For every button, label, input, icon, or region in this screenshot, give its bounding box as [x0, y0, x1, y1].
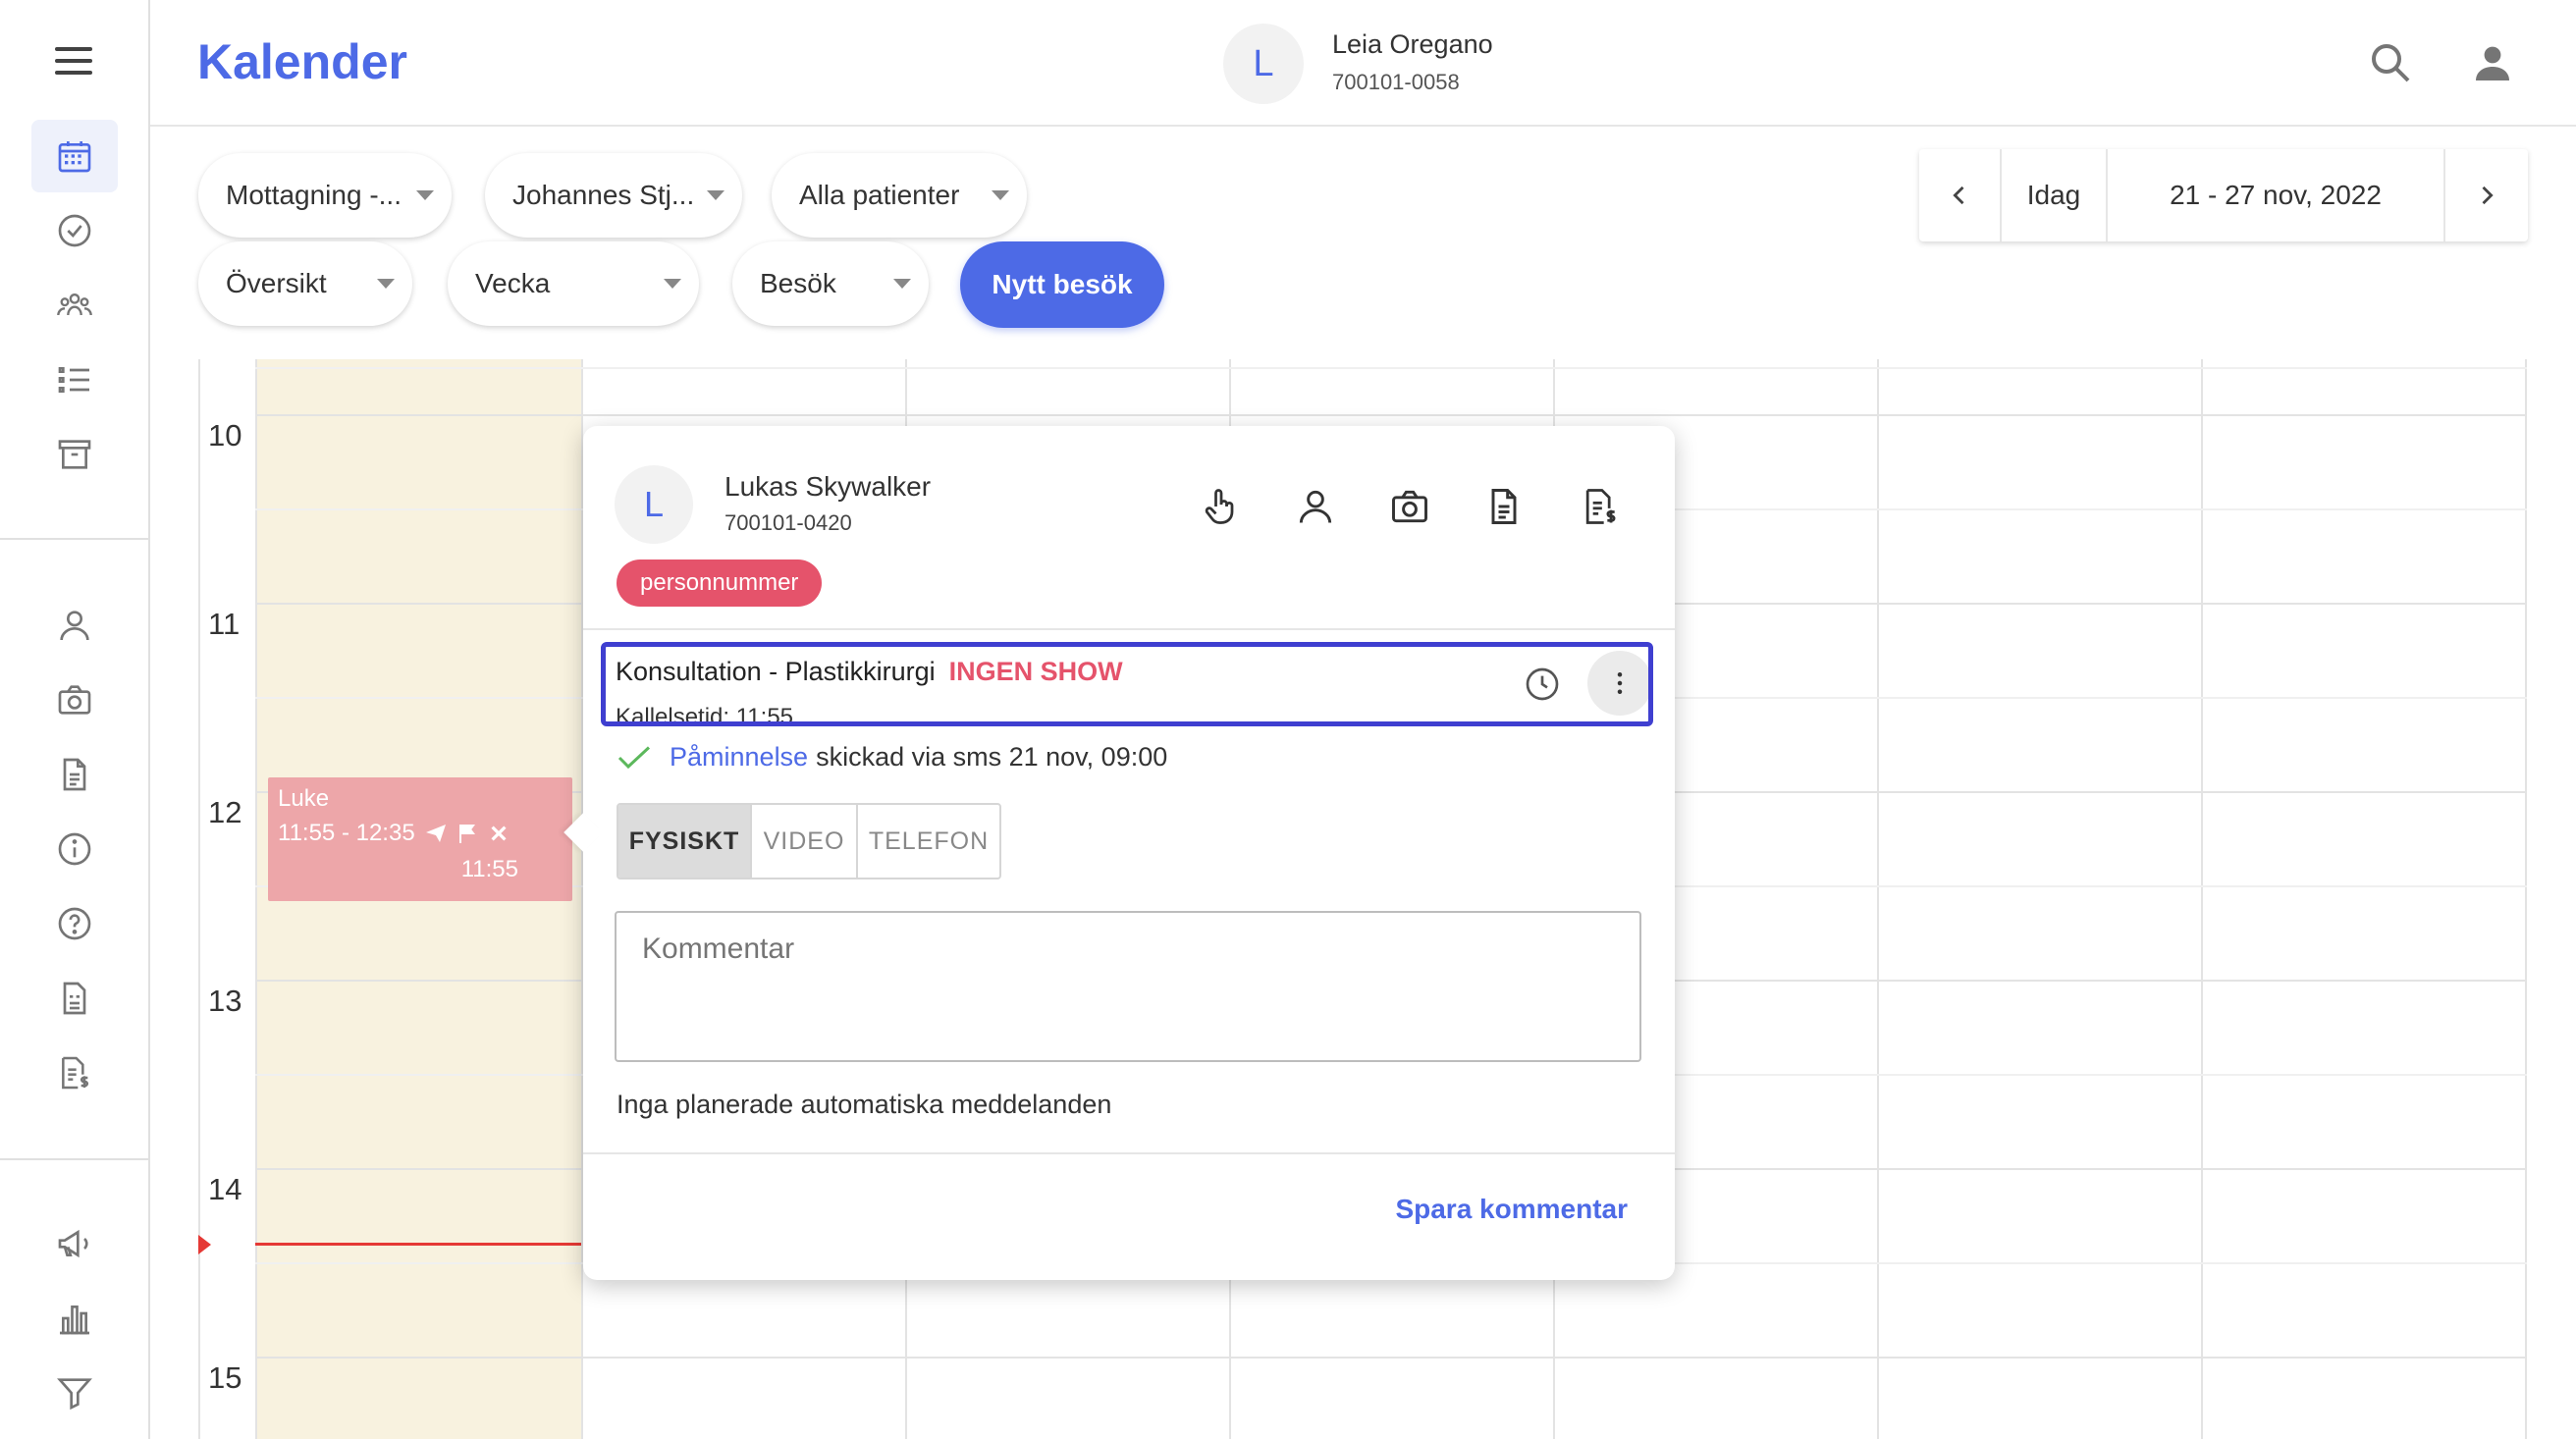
clinic-select-value: Mottagning -... [226, 180, 402, 210]
hour-label: 12 [208, 795, 242, 829]
clock-icon[interactable] [1519, 661, 1566, 708]
hour-label: 14 [208, 1172, 242, 1206]
comment-input[interactable] [615, 911, 1641, 1062]
mode-video[interactable]: VIDEO [752, 805, 858, 878]
type-select-value: Besök [760, 268, 836, 298]
flag-icon [458, 825, 475, 843]
reminder-text: skickad via sms 21 nov, 09:00 [816, 742, 1168, 772]
reminder-link[interactable]: Påminnelse [670, 742, 808, 772]
patients-select-value: Alla patienter [799, 180, 960, 210]
camera-icon[interactable] [1380, 477, 1439, 536]
document-icon[interactable] [31, 738, 118, 811]
account-icon[interactable] [2465, 35, 2520, 90]
next-week-button[interactable] [2445, 149, 2528, 241]
current-time-marker [198, 1235, 211, 1254]
current-time-line [255, 1243, 581, 1246]
event-title: Luke [278, 785, 330, 812]
visit-mode-toggle: FYSISKT VIDEO TELEFON [617, 803, 1001, 879]
invoice-icon[interactable] [31, 1037, 118, 1109]
group-icon[interactable] [31, 269, 118, 342]
hour-label: 15 [208, 1360, 242, 1395]
hand-pointer-icon[interactable] [1192, 477, 1251, 536]
mode-phone[interactable]: TELEFON [858, 805, 999, 878]
day-column[interactable] [1877, 359, 2201, 1439]
visit-title-line: Konsultation - Plastikkirurgi INGEN SHOW [616, 657, 1123, 687]
clinic-select[interactable]: Mottagning -... [198, 153, 452, 238]
practitioner-select[interactable]: Johannes Stj... [485, 153, 742, 238]
save-comment-button[interactable]: Spara kommentar [1395, 1194, 1628, 1225]
appointment-popup: L Lukas Skywalker 700101-0420 personnumm… [564, 426, 1675, 1280]
hour-label: 13 [208, 984, 242, 1018]
patients-select[interactable]: Alla patienter [772, 153, 1027, 238]
report-icon[interactable] [31, 962, 118, 1035]
hour-line [255, 1357, 2527, 1359]
sidebar-divider [0, 1158, 150, 1160]
bar-chart-icon[interactable] [31, 1282, 118, 1355]
event-call-time: 11:55 [460, 856, 518, 882]
megaphone-icon[interactable] [31, 1207, 118, 1280]
popup-divider [583, 628, 1675, 630]
view-select[interactable]: Översikt [198, 241, 412, 326]
document-icon[interactable] [1475, 477, 1533, 536]
visit-status: INGEN SHOW [948, 657, 1123, 686]
period-select-value: Vecka [475, 268, 551, 298]
practitioner-select-value: Johannes Stj... [512, 180, 695, 210]
person-icon[interactable] [31, 589, 118, 662]
more-vert-icon[interactable] [1587, 651, 1648, 716]
today-button[interactable]: Idag [2002, 149, 2108, 241]
filter-icon[interactable] [31, 1357, 118, 1429]
hour-label: 11 [208, 607, 241, 641]
top-bar: Kalender L Leia Oregano 700101-0058 [150, 0, 2576, 127]
info-icon[interactable] [31, 813, 118, 885]
date-range[interactable]: 21 - 27 nov, 2022 [2108, 149, 2445, 241]
new-visit-button[interactable]: Nytt besök [960, 241, 1164, 328]
help-icon[interactable] [31, 887, 118, 960]
camera-icon[interactable] [31, 664, 118, 736]
hour-line [255, 414, 2527, 416]
check-circle-icon[interactable] [31, 194, 118, 267]
person-icon[interactable] [1286, 477, 1345, 536]
prev-week-button[interactable] [1919, 149, 2002, 241]
day-column[interactable] [2201, 359, 2527, 1439]
event-time: 11:55 - 12:35 [278, 820, 415, 846]
sidebar-divider [0, 538, 150, 540]
menu-button[interactable] [47, 37, 102, 84]
calendar-icon[interactable] [31, 120, 118, 192]
mode-physical[interactable]: FYSISKT [618, 805, 752, 878]
search-icon[interactable] [2363, 35, 2418, 90]
hour-label: 10 [208, 418, 242, 453]
check-icon [617, 745, 651, 769]
patient-name[interactable]: Lukas Skywalker [724, 471, 931, 503]
personnummer-tag[interactable]: personnummer [617, 560, 823, 607]
send-icon [425, 825, 446, 842]
date-navigation: Idag 21 - 27 nov, 2022 [1919, 149, 2528, 241]
chevron-left-icon [1953, 186, 1964, 205]
patient-id: 700101-0420 [724, 510, 852, 535]
period-select[interactable]: Vecka [448, 241, 699, 326]
visit-call-time: Kallelsetid: 11:55 [616, 704, 794, 726]
reminder-status: Påminnelse skickad via sms 21 nov, 09:00 [617, 742, 1167, 773]
user-avatar[interactable]: L [1223, 24, 1304, 104]
calendar-event[interactable]: Luke 11:55 - 12:35 11:55 [268, 777, 572, 901]
user-id: 700101-0058 [1332, 70, 1460, 94]
invoice-icon[interactable] [1571, 477, 1630, 536]
time-column [198, 359, 255, 1439]
patient-avatar[interactable]: L [615, 465, 693, 544]
type-select[interactable]: Besök [732, 241, 929, 326]
view-select-value: Översikt [226, 268, 327, 298]
page-title: Kalender [197, 34, 407, 89]
visit-row[interactable]: Konsultation - Plastikkirurgi INGEN SHOW … [601, 642, 1653, 726]
visit-title: Konsultation - Plastikkirurgi [616, 657, 936, 686]
popup-divider [583, 1152, 1675, 1154]
sidebar [0, 0, 150, 1439]
user-name: Leia Oregano [1332, 29, 1493, 59]
list-icon[interactable] [31, 344, 118, 416]
half-hour-line [255, 367, 2527, 369]
archive-icon[interactable] [31, 418, 118, 491]
no-scheduled-messages: Inga planerade automatiska meddelanden [617, 1090, 1112, 1119]
close-icon [491, 826, 507, 841]
chevron-right-icon [2482, 186, 2494, 205]
